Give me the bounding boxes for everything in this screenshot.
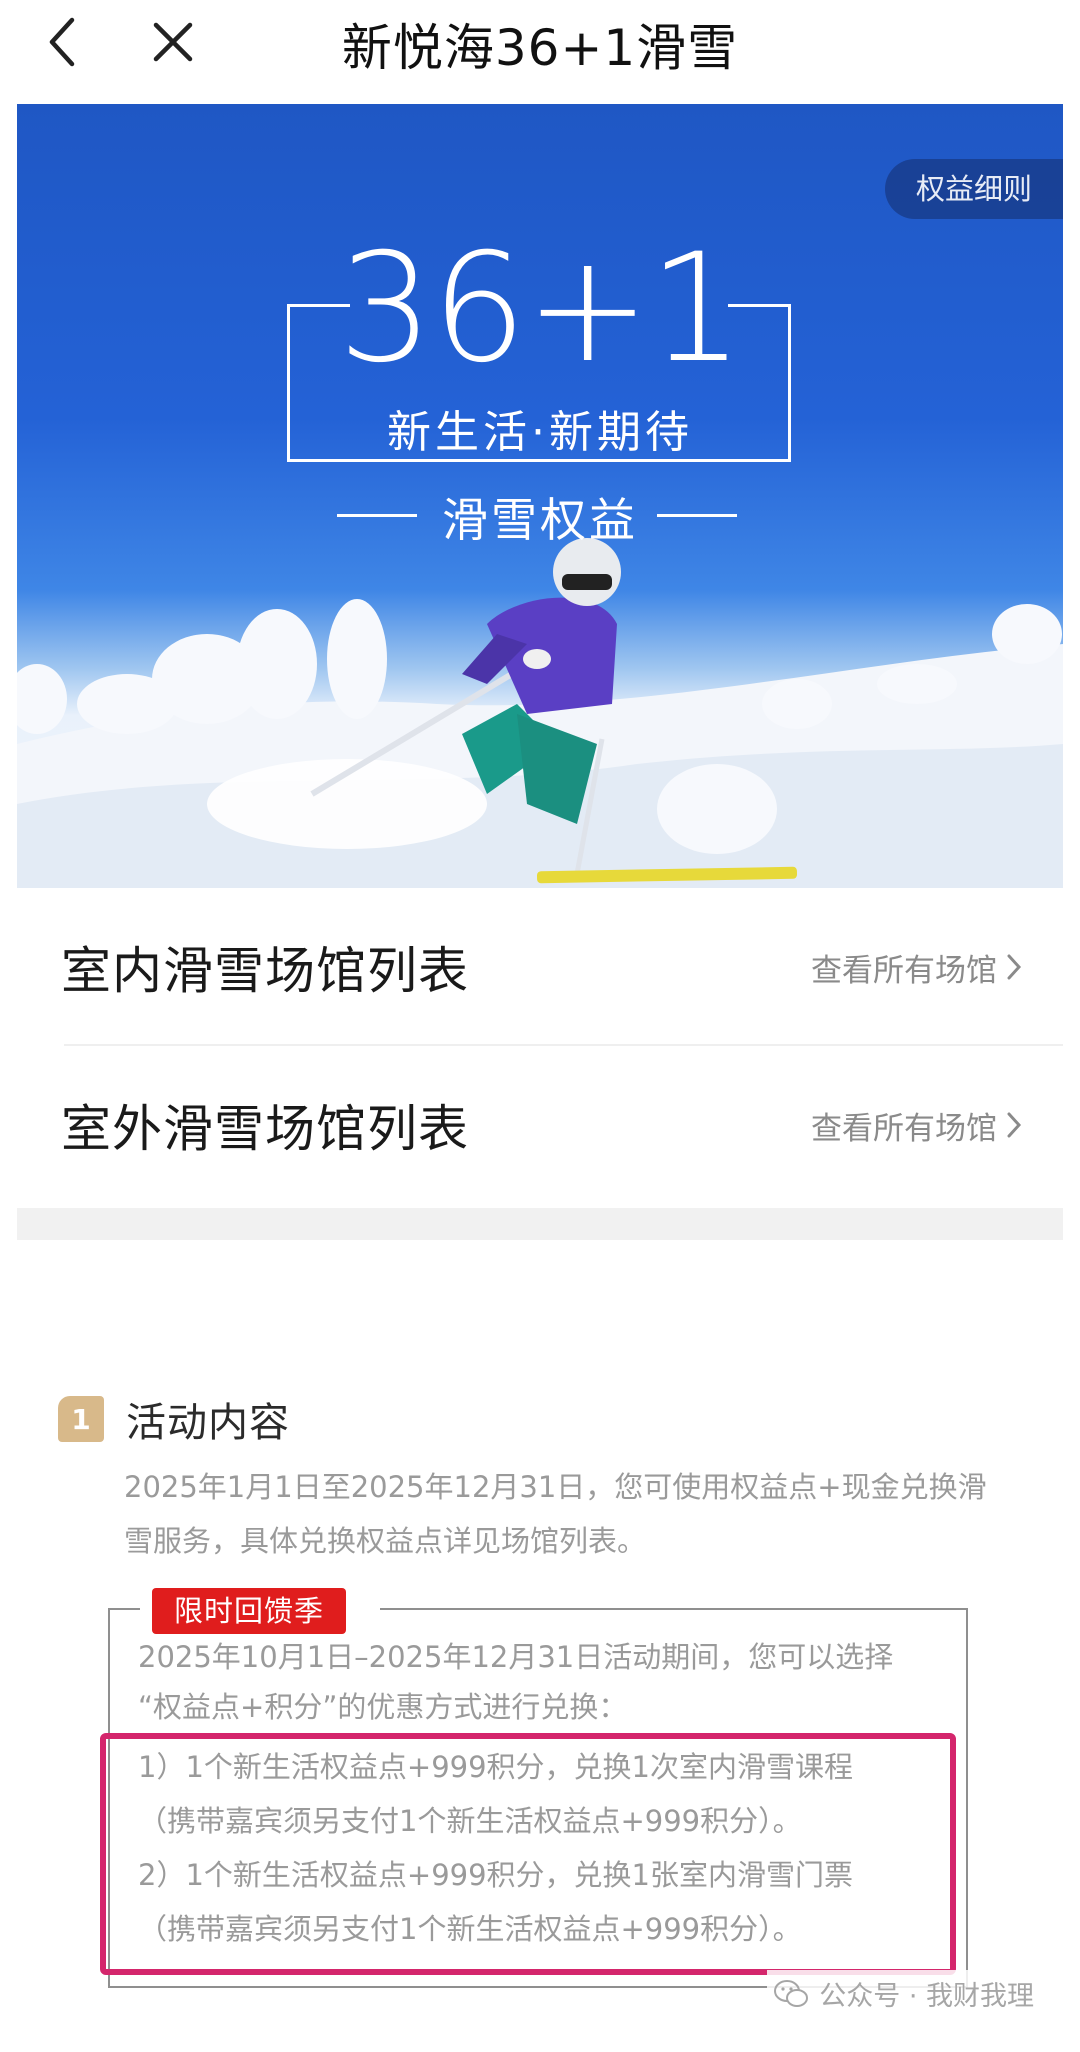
top-nav-bar: 新悦海36+1滑雪: [0, 0, 1080, 100]
hero-banner: 权益细则 36+1 新生活·新期待 滑雪权益: [17, 104, 1063, 888]
indoor-view-all-link[interactable]: 查看所有场馆: [811, 945, 1023, 990]
indoor-venue-title: 室内滑雪场馆列表: [61, 942, 469, 1000]
chevron-right-icon: [1007, 1112, 1022, 1138]
outdoor-venue-row[interactable]: 室外滑雪场馆列表 查看所有场馆: [17, 1046, 1063, 1204]
promo-item1-line2: （携带嘉宾须另支付1个新生活权益点+999积分）。: [138, 1804, 802, 1838]
section-number-badge: 1: [58, 1396, 104, 1442]
wechat-icon: [774, 1979, 809, 2007]
promo-item2-line1: 2）1个新生活权益点+999积分，兑换1张室内滑雪门票: [138, 1858, 854, 1892]
promo-item1-line1: 1）1个新生活权益点+999积分，兑换1次室内滑雪课程: [138, 1750, 854, 1784]
outdoor-view-all-label: 查看所有场馆: [811, 1110, 997, 1147]
promo-tag: 限时回馈季: [152, 1588, 347, 1634]
banner-tagline: 滑雪权益: [442, 493, 638, 547]
activity-heading: 1 活动内容: [58, 1390, 290, 1448]
logo-number: 36+1: [338, 222, 744, 396]
watermark-text: 公众号 · 我财我理: [819, 1981, 1034, 2012]
rules-button[interactable]: 权益细则: [885, 159, 1063, 219]
indoor-venue-row[interactable]: 室内滑雪场馆列表 查看所有场馆: [17, 888, 1063, 1046]
promo-item2-line2: （携带嘉宾须另支付1个新生活权益点+999积分）。: [138, 1912, 802, 1946]
watermark: 公众号 · 我财我理: [767, 1970, 1040, 2017]
page-title: 新悦海36+1滑雪: [341, 19, 739, 77]
activity-description: 2025年1月1日至2025年12月31日，您可使用权益点+现金兑换滑雪服务，具…: [124, 1470, 987, 1558]
outdoor-venue-title: 室外滑雪场馆列表: [61, 1100, 469, 1158]
section-title: 活动内容: [126, 1400, 290, 1446]
banner-slogan: 新生活·新期待: [387, 407, 693, 458]
promo-intro-line1: 2025年10月1日–2025年12月31日活动期间，您可以选择: [138, 1640, 894, 1674]
chevron-right-icon: [1007, 954, 1022, 980]
promo-intro-line2: “权益点+积分”的优惠方式进行兑换：: [138, 1690, 628, 1724]
indoor-view-all-label: 查看所有场馆: [811, 952, 997, 989]
outdoor-view-all-link[interactable]: 查看所有场馆: [811, 1103, 1023, 1148]
section-gap: [17, 1208, 1063, 1240]
